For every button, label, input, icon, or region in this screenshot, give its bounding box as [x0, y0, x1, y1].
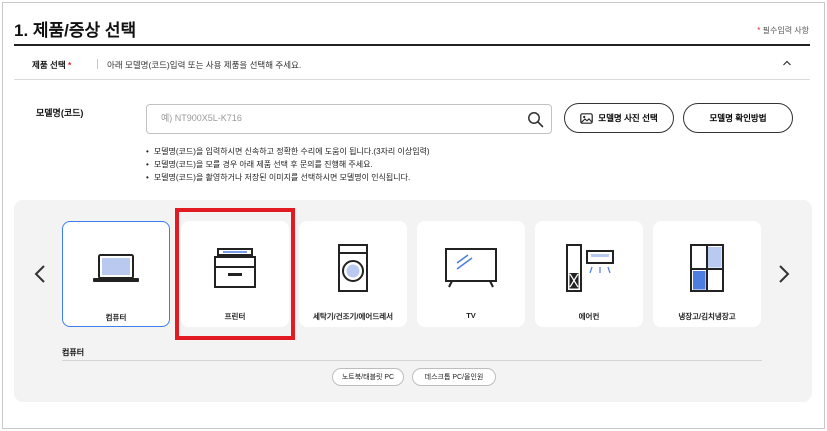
subcategory-label: 데스크톱 PC/올인원: [424, 374, 484, 381]
product-card-computer[interactable]: 컴퓨터: [62, 221, 170, 327]
model-input-notes: 모델명(코드)을 입력하시면 신속하고 정확한 수리에 도움이 됩니다.(3자리…: [146, 145, 430, 184]
printer-highlight-annotation: [175, 208, 295, 340]
product-card-refrigerator[interactable]: 냉장고/김치냉장고: [653, 221, 761, 327]
section-label: 제품 선택 *: [32, 59, 71, 71]
section-required-star: *: [68, 60, 72, 70]
product-card-label: 컴퓨터: [105, 313, 127, 322]
model-search-box: [146, 104, 552, 134]
product-card-washer[interactable]: 세탁기/건조기/에어드레서: [299, 221, 407, 327]
section-separator: [97, 59, 98, 69]
chevron-up-icon[interactable]: [782, 59, 792, 67]
refrigerator-icon: [690, 244, 724, 292]
model-howto-label: 모델명 확인방법: [709, 113, 767, 123]
product-card-label: 에어컨: [578, 312, 600, 321]
laptop-icon: [93, 254, 139, 282]
subcategory-desktop-button[interactable]: 데스크톱 PC/올인원: [412, 368, 496, 386]
page-title: 1. 제품/증상 선택: [14, 21, 137, 40]
product-card-label: 세탁기/건조기/에어드레서: [312, 312, 394, 321]
note-item: 모델명(코드)을 입력하시면 신속하고 정확한 수리에 도움이 됩니다.(3자리…: [146, 145, 430, 158]
image-icon: [580, 112, 594, 124]
category-divider: [62, 360, 762, 361]
model-howto-button[interactable]: 모델명 확인방법: [683, 103, 793, 133]
air-conditioner-icon: [566, 244, 614, 292]
carousel-prev-button[interactable]: [30, 260, 50, 288]
model-code-input[interactable]: [161, 113, 521, 123]
product-card-label: TV: [466, 311, 476, 320]
section-label-text: 제품 선택: [32, 60, 66, 70]
required-note: * 필수입력 사항: [757, 25, 809, 36]
subcategory-label: 노트북/태블릿 PC: [341, 374, 395, 381]
carousel-next-button[interactable]: [774, 260, 794, 288]
category-title: 컴퓨터: [62, 348, 85, 357]
model-code-label: 모델명(코드): [36, 108, 84, 118]
note-item: 모델명(코드)을 촬영하거나 저장된 이미지를 선택하시면 모델명이 인식됩니다…: [146, 171, 430, 184]
product-card-tv[interactable]: TV: [417, 221, 525, 327]
chevron-right-icon: [779, 265, 790, 283]
product-card-aircon[interactable]: 에어컨: [535, 221, 643, 327]
model-photo-select-label: 모델명 사진 선택: [598, 113, 658, 123]
product-select-header[interactable]: 제품 선택 * 아래 모델명(코드)입력 또는 사용 제품을 선택해 주세요.: [14, 46, 810, 80]
tv-icon: [445, 248, 497, 288]
model-photo-select-button[interactable]: 모델명 사진 선택: [564, 103, 674, 133]
chevron-left-icon: [34, 265, 45, 283]
note-item: 모델명(코드)을 모를 경우 아래 제품 선택 후 문의를 진행해 주세요.: [146, 158, 430, 171]
search-icon[interactable]: [527, 111, 544, 128]
subcategory-notebook-button[interactable]: 노트북/태블릿 PC: [332, 368, 404, 386]
product-card-label: 냉장고/김치냉장고: [678, 312, 736, 321]
washing-machine-icon: [338, 244, 368, 292]
section-description: 아래 모델명(코드)입력 또는 사용 제품을 선택해 주세요.: [107, 60, 302, 70]
required-note-text: 필수입력 사항: [760, 26, 809, 35]
